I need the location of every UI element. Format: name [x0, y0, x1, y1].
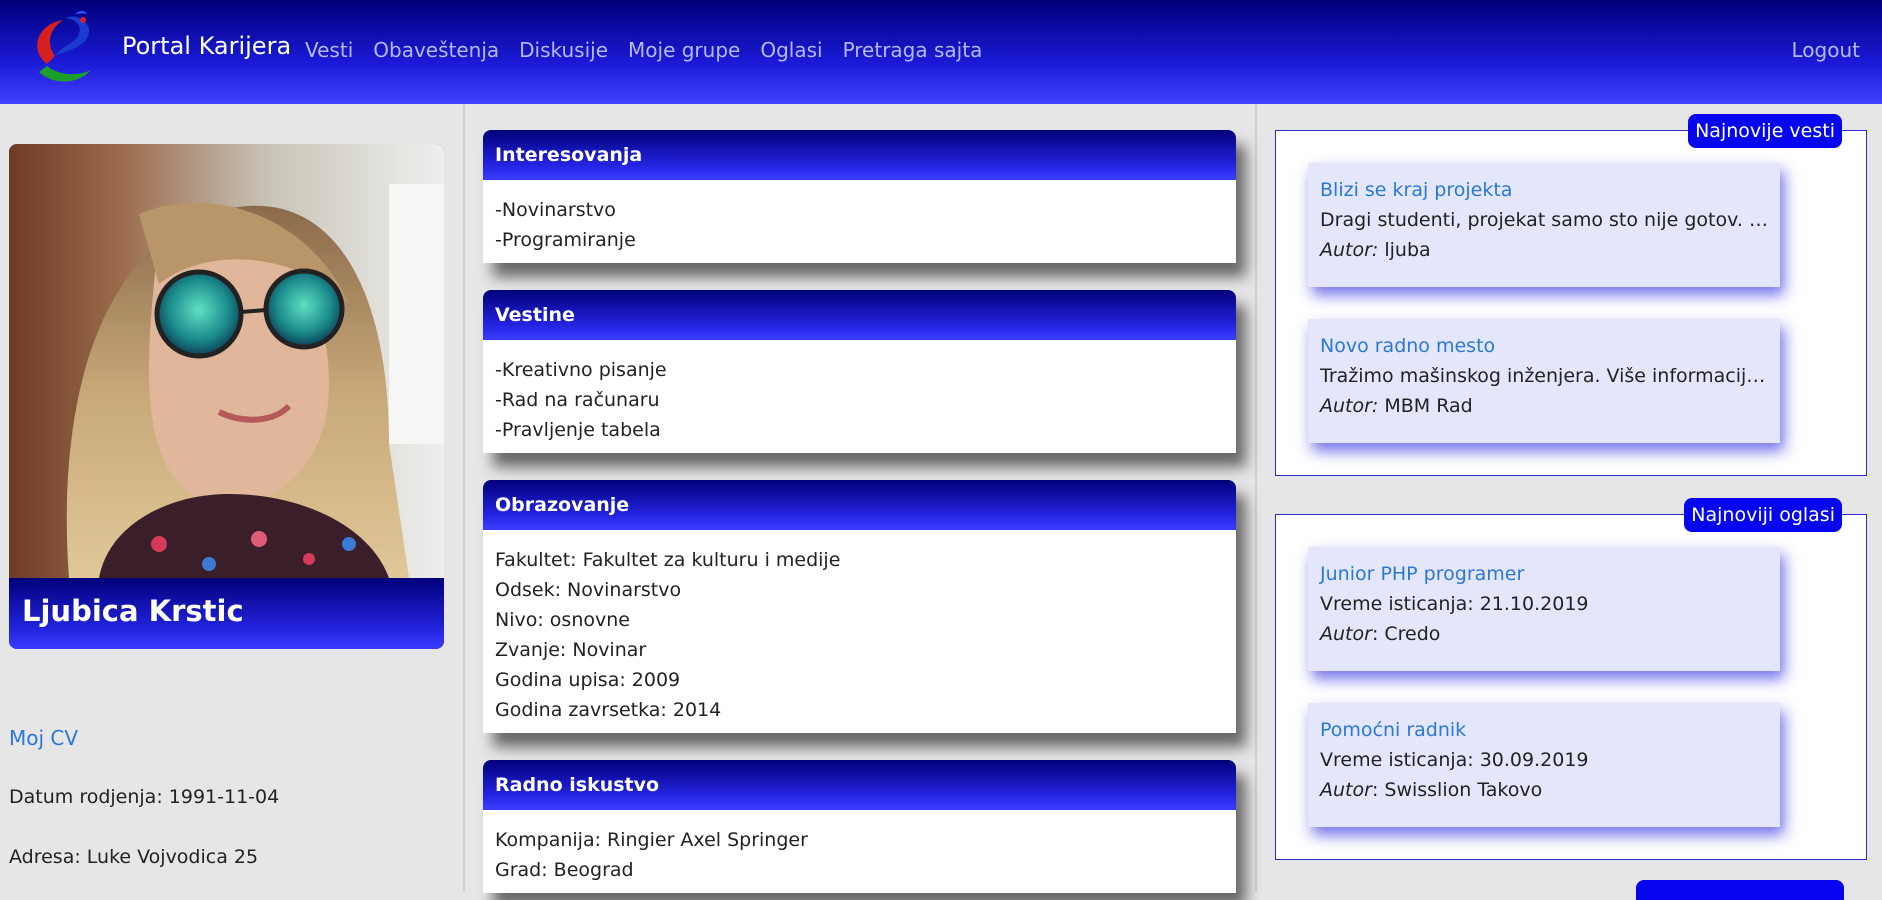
- ad-item: Pomoćni radnik Vreme isticanja: 30.09.20…: [1308, 703, 1780, 827]
- list-item: Grad: Beograd: [495, 859, 634, 881]
- card-body: -Novinarstvo -Programiranje: [483, 180, 1236, 263]
- ad-item-title-link[interactable]: Pomoćni radnik: [1320, 715, 1768, 745]
- list-item: -Programiranje: [495, 229, 636, 251]
- main-nav: Vesti Obaveštenja Diskusije Moje grupe O…: [305, 38, 982, 62]
- card-body: Fakultet: Fakultet za kulturu i medije O…: [483, 530, 1236, 733]
- top-navbar: Portal Karijera Vesti Obaveštenja Diskus…: [0, 0, 1882, 104]
- news-item-author: Autor: ljuba: [1320, 239, 1431, 261]
- latest-news-badge: Najnovije vesti: [1688, 114, 1842, 148]
- ad-item: Junior PHP programer Vreme isticanja: 21…: [1308, 547, 1780, 671]
- next-section-badge: [1636, 880, 1844, 900]
- card-header: Obrazovanje: [483, 480, 1236, 530]
- list-item: Fakultet: Fakultet za kulturu i medije: [495, 549, 841, 571]
- news-item-title-link[interactable]: Blizi se kraj projekta: [1320, 175, 1768, 205]
- nav-link-moje-grupe[interactable]: Moje grupe: [628, 38, 740, 62]
- ad-item-title-link[interactable]: Junior PHP programer: [1320, 559, 1768, 589]
- card-header: Interesovanja: [483, 130, 1236, 180]
- profile-name: Ljubica Krstic: [22, 594, 244, 628]
- profile-photo: [9, 144, 444, 578]
- address: Adresa: Luke Vojvodica 25: [9, 846, 259, 868]
- education-card: Obrazovanje Fakultet: Fakultet za kultur…: [483, 480, 1236, 733]
- nav-link-diskusije[interactable]: Diskusije: [519, 38, 608, 62]
- list-item: Nivo: osnovne: [495, 609, 630, 631]
- ad-item-expiry: Vreme isticanja: 21.10.2019: [1320, 593, 1589, 615]
- nav-link-pretraga-sajta[interactable]: Pretraga sajta: [843, 38, 983, 62]
- profile-card: Ljubica Krstic: [9, 144, 444, 649]
- news-item-author: Autor: MBM Rad: [1320, 395, 1473, 417]
- my-cv-link[interactable]: Moj CV: [9, 726, 78, 750]
- list-item: -Kreativno pisanje: [495, 359, 667, 381]
- news-item: Novo radno mesto Tražimo mašinskog inžen…: [1308, 319, 1780, 443]
- skills-card: Vestine -Kreativno pisanje -Rad na račun…: [483, 290, 1236, 453]
- list-item: Zvanje: Novinar: [495, 639, 647, 661]
- logout-link[interactable]: Logout: [1792, 38, 1860, 62]
- latest-ads-badge: Najnoviji oglasi: [1684, 498, 1842, 532]
- list-item: -Pravljenje tabela: [495, 419, 661, 441]
- interests-card: Interesovanja -Novinarstvo -Programiranj…: [483, 130, 1236, 263]
- list-item: -Novinarstvo: [495, 199, 616, 221]
- details-column: Interesovanja -Novinarstvo -Programiranj…: [465, 104, 1255, 893]
- latest-ads-box: Najnoviji oglasi Junior PHP programer Vr…: [1275, 498, 1867, 860]
- sidebar-column: Najnovije vesti Blizi se kraj projekta D…: [1257, 104, 1882, 900]
- list-item: -Rad na računaru: [495, 389, 660, 411]
- nav-link-vesti[interactable]: Vesti: [305, 38, 353, 62]
- card-body: -Kreativno pisanje -Rad na računaru -Pra…: [483, 340, 1236, 453]
- news-item: Blizi se kraj projekta Dragi studenti, p…: [1308, 163, 1780, 287]
- portal-logo-icon[interactable]: [25, 10, 105, 90]
- birth-date: Datum rodjenja: 1991-11-04: [9, 786, 280, 808]
- card-header: Radno iskustvo: [483, 760, 1236, 810]
- list-item: Godina upisa: 2009: [495, 669, 681, 691]
- list-item: Godina zavrsetka: 2014: [495, 699, 722, 721]
- list-item: Kompanija: Ringier Axel Springer: [495, 829, 808, 851]
- ad-item-expiry: Vreme isticanja: 30.09.2019: [1320, 749, 1589, 771]
- latest-news-box: Najnovije vesti Blizi se kraj projekta D…: [1275, 114, 1867, 476]
- nav-link-obavestenja[interactable]: Obaveštenja: [373, 38, 499, 62]
- experience-card: Radno iskustvo Kompanija: Ringier Axel S…: [483, 760, 1236, 893]
- card-body: Kompanija: Ringier Axel Springer Grad: B…: [483, 810, 1236, 893]
- nav-link-oglasi[interactable]: Oglasi: [760, 38, 822, 62]
- profile-name-bar: Ljubica Krstic: [9, 578, 444, 649]
- brand-link[interactable]: Portal Karijera: [122, 32, 291, 60]
- news-item-excerpt: Tražimo mašinskog inženjera. Više inform…: [1320, 365, 1768, 387]
- news-item-title-link[interactable]: Novo radno mesto: [1320, 331, 1768, 361]
- ad-item-author: Autor: Swisslion Takovo: [1320, 779, 1543, 801]
- profile-column: Ljubica Krstic Moj CV Datum rodjenja: 19…: [0, 104, 463, 892]
- ad-item-author: Autor: Credo: [1320, 623, 1441, 645]
- list-item: Odsek: Novinarstvo: [495, 579, 682, 601]
- news-item-excerpt: Dragi studenti, projekat samo sto nije g…: [1320, 209, 1768, 231]
- card-header: Vestine: [483, 290, 1236, 340]
